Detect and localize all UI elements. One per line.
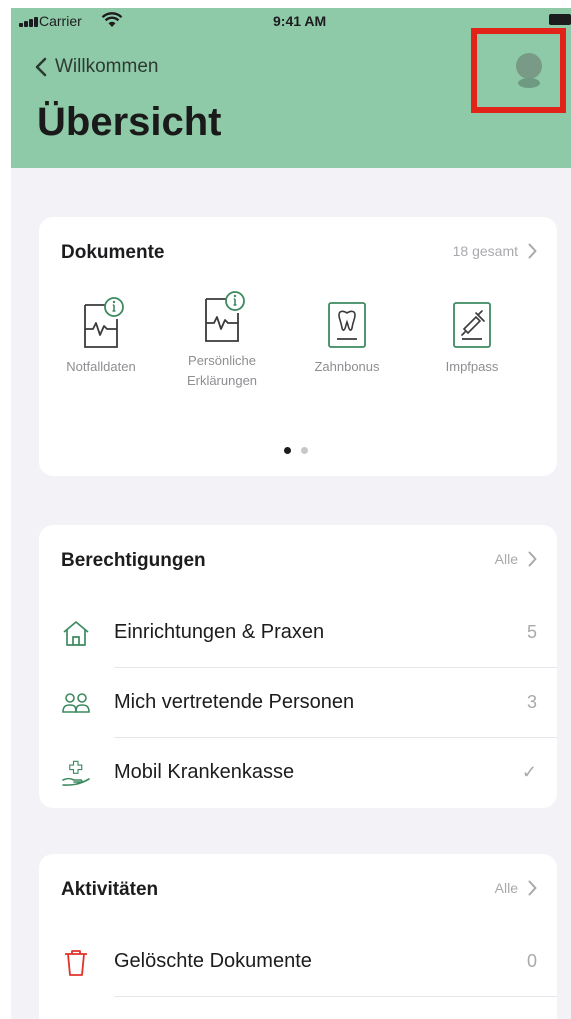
back-label: Willkommen bbox=[55, 56, 159, 77]
zahnbonus-icon bbox=[328, 302, 366, 348]
page-title: Übersicht bbox=[37, 100, 222, 144]
activities-all-link[interactable]: Alle bbox=[495, 880, 537, 896]
doc-item-label: Persönliche Erklärungen bbox=[186, 353, 258, 388]
chevron-left-icon bbox=[35, 57, 47, 77]
documents-card: Dokumente 18 gesamt Notfalldaten Persönl… bbox=[39, 217, 557, 476]
app-screen: Carrier 9:41 AM Willkommen Übersicht Dok… bbox=[11, 8, 571, 1019]
notfalldaten-icon bbox=[84, 297, 124, 348]
row-label: Mobil Krankenkasse bbox=[114, 761, 295, 783]
permission-row-krankenkasse[interactable]: Mobil Krankenkasse ✓ bbox=[61, 738, 537, 808]
doc-item-zahnbonus[interactable]: Zahnbonus bbox=[297, 295, 397, 377]
permissions-title: Berechtigungen bbox=[61, 550, 206, 571]
doc-item-label: Impfpass bbox=[445, 359, 499, 374]
row-count: 0 bbox=[526, 951, 537, 971]
status-time: 9:41 AM bbox=[273, 13, 327, 29]
doc-item-notfalldaten[interactable]: Notfalldaten bbox=[51, 295, 151, 377]
wifi-icon bbox=[101, 12, 123, 27]
page-indicator[interactable] bbox=[284, 447, 308, 454]
activities-title: Aktivitäten bbox=[61, 879, 159, 900]
profile-highlight bbox=[471, 28, 566, 113]
checkmark-icon: ✓ bbox=[521, 762, 537, 782]
avatar[interactable] bbox=[513, 52, 545, 88]
permission-row-vertretende-personen[interactable]: Mich vertretende Personen 3 bbox=[61, 668, 557, 738]
row-count: 5 bbox=[526, 622, 537, 642]
chevron-right-icon bbox=[528, 551, 537, 567]
impfpass-icon bbox=[453, 302, 491, 348]
permissions-card: Berechtigungen Alle Einrichtungen & Prax… bbox=[39, 525, 557, 808]
doc-item-label: Notfalldaten bbox=[66, 359, 136, 374]
house-icon bbox=[63, 621, 89, 646]
doc-item-persoenliche-erklaerungen[interactable]: Persönliche Erklärungen bbox=[172, 289, 272, 391]
row-label: Einrichtungen & Praxen bbox=[114, 621, 325, 643]
permission-row-einrichtungen[interactable]: Einrichtungen & Praxen 5 bbox=[61, 598, 557, 668]
doc-item-impfpass[interactable]: Impfpass bbox=[422, 295, 522, 377]
trash-icon bbox=[65, 950, 87, 976]
signal-icon bbox=[19, 17, 41, 27]
permissions-header: Berechtigungen Alle bbox=[61, 547, 537, 577]
persoenliche-erklaerungen-icon bbox=[205, 291, 245, 342]
row-label: Mich vertretende Personen bbox=[114, 691, 355, 713]
back-button[interactable]: Willkommen bbox=[35, 54, 158, 80]
activities-header: Aktivitäten Alle bbox=[61, 876, 537, 906]
carrier-name: Carrier bbox=[39, 13, 82, 29]
chevron-right-icon bbox=[528, 243, 537, 259]
permissions-all-link[interactable]: Alle bbox=[495, 551, 537, 567]
documents-total-link[interactable]: 18 gesamt bbox=[453, 243, 537, 259]
activity-row-geloeschte-dokumente[interactable]: Gelöschte Dokumente 0 bbox=[61, 927, 557, 997]
row-label: Gelöschte Dokumente bbox=[114, 950, 312, 972]
doc-item-label: Zahnbonus bbox=[314, 359, 380, 374]
people-icon bbox=[62, 693, 90, 713]
insurance-hand-icon bbox=[62, 760, 90, 786]
page-dot-active bbox=[284, 447, 291, 454]
activities-all-label: Alle bbox=[494, 880, 518, 896]
documents-header: Dokumente 18 gesamt bbox=[61, 239, 537, 269]
battery-icon bbox=[549, 14, 571, 25]
permissions-all-label: Alle bbox=[494, 551, 518, 567]
activity-row-partial[interactable] bbox=[61, 997, 537, 1019]
row-count: 3 bbox=[526, 692, 537, 712]
activities-card: Aktivitäten Alle Gelöschte Dokumente 0 bbox=[39, 854, 557, 1019]
chevron-right-icon bbox=[528, 880, 537, 896]
documents-title: Dokumente bbox=[61, 242, 165, 263]
header: Carrier 9:41 AM Willkommen Übersicht bbox=[11, 8, 571, 168]
documents-total-label: 18 gesamt bbox=[452, 243, 518, 259]
page-dot bbox=[301, 447, 308, 454]
